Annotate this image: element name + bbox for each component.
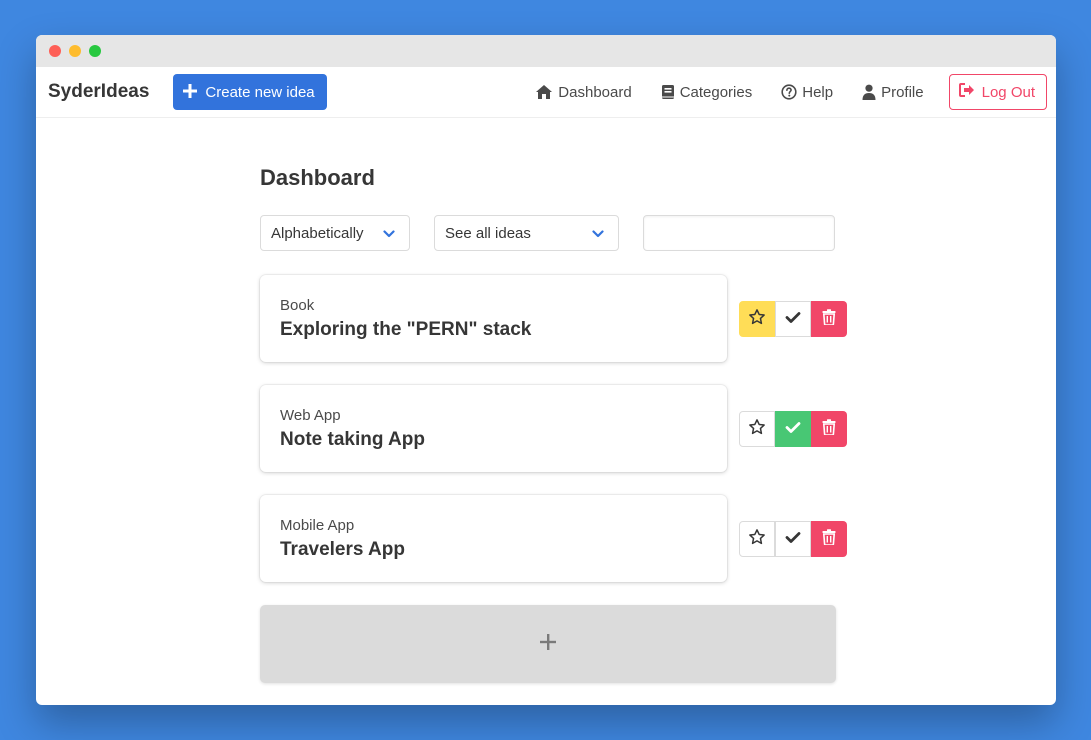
check-icon bbox=[785, 419, 801, 440]
nav-categories-label: Categories bbox=[679, 83, 753, 101]
star-icon bbox=[748, 528, 766, 551]
home-icon bbox=[535, 84, 553, 100]
delete-button[interactable] bbox=[811, 301, 847, 337]
nav-profile-label: Profile bbox=[881, 83, 924, 101]
nav-dashboard-label: Dashboard bbox=[558, 83, 632, 101]
idea-title: Note taking App bbox=[280, 429, 425, 450]
favorite-button[interactable] bbox=[739, 521, 775, 557]
search-input[interactable] bbox=[643, 215, 835, 251]
minimize-window-dot[interactable] bbox=[69, 45, 81, 57]
nav-help-label: Help bbox=[802, 83, 834, 101]
view-filter-value: See all ideas bbox=[445, 224, 531, 242]
nav-menu: Dashboard Categories Help Profile Log Ou… bbox=[506, 74, 1047, 110]
idea-category: Web App bbox=[280, 407, 341, 424]
nav-profile[interactable]: Profile bbox=[862, 84, 924, 101]
favorite-button[interactable] bbox=[739, 411, 775, 447]
close-window-dot[interactable] bbox=[49, 45, 61, 57]
chevron-down-icon bbox=[383, 227, 395, 244]
complete-button[interactable] bbox=[775, 411, 811, 447]
plus-icon bbox=[183, 82, 198, 102]
delete-button[interactable] bbox=[811, 411, 847, 447]
idea-title: Exploring the "PERN" stack bbox=[280, 319, 532, 340]
window-titlebar bbox=[36, 35, 1056, 67]
complete-button[interactable] bbox=[775, 301, 811, 337]
favorite-button[interactable] bbox=[739, 301, 775, 337]
maximize-window-dot[interactable] bbox=[89, 45, 101, 57]
idea-actions bbox=[739, 521, 847, 557]
idea-category: Book bbox=[280, 297, 315, 314]
star-icon bbox=[748, 308, 766, 331]
idea-actions bbox=[739, 301, 847, 337]
add-idea-button[interactable] bbox=[260, 605, 836, 683]
create-idea-button[interactable]: Create new idea bbox=[173, 74, 327, 110]
navbar: SyderIdeas Create new idea Dashboard Cat… bbox=[36, 67, 1056, 118]
sign-out-icon bbox=[958, 83, 975, 101]
user-icon bbox=[862, 84, 876, 100]
view-filter-select[interactable]: See all ideas bbox=[434, 215, 619, 251]
question-circle-icon bbox=[781, 84, 797, 100]
nav-categories[interactable]: Categories bbox=[661, 83, 753, 101]
trash-icon bbox=[822, 418, 836, 440]
idea-card[interactable]: Web App Note taking App bbox=[260, 385, 727, 472]
trash-icon bbox=[822, 308, 836, 330]
logout-button[interactable]: Log Out bbox=[948, 74, 1047, 110]
idea-category: Mobile App bbox=[280, 517, 355, 534]
delete-button[interactable] bbox=[811, 521, 847, 557]
idea-card[interactable]: Mobile App Travelers App bbox=[260, 495, 727, 582]
trash-icon bbox=[822, 528, 836, 550]
browser-window: SyderIdeas Create new idea Dashboard Cat… bbox=[36, 35, 1056, 705]
star-icon bbox=[748, 418, 766, 441]
sort-select[interactable]: Alphabetically bbox=[260, 215, 410, 251]
idea-title: Travelers App bbox=[280, 539, 405, 560]
book-icon bbox=[661, 84, 675, 100]
idea-card[interactable]: Book Exploring the "PERN" stack bbox=[260, 275, 727, 362]
create-idea-label: Create new idea bbox=[205, 83, 315, 101]
complete-button[interactable] bbox=[775, 521, 811, 557]
page-title: Dashboard bbox=[260, 165, 375, 190]
chevron-down-icon bbox=[592, 227, 604, 244]
logout-label: Log Out bbox=[981, 83, 1035, 101]
sort-select-value: Alphabetically bbox=[271, 224, 364, 242]
nav-help[interactable]: Help bbox=[781, 84, 833, 101]
nav-dashboard[interactable]: Dashboard bbox=[535, 83, 632, 101]
idea-actions bbox=[739, 411, 847, 447]
plus-icon bbox=[540, 633, 556, 655]
brand-logo[interactable]: SyderIdeas bbox=[48, 81, 149, 103]
check-icon bbox=[785, 309, 801, 330]
check-icon bbox=[785, 529, 801, 550]
